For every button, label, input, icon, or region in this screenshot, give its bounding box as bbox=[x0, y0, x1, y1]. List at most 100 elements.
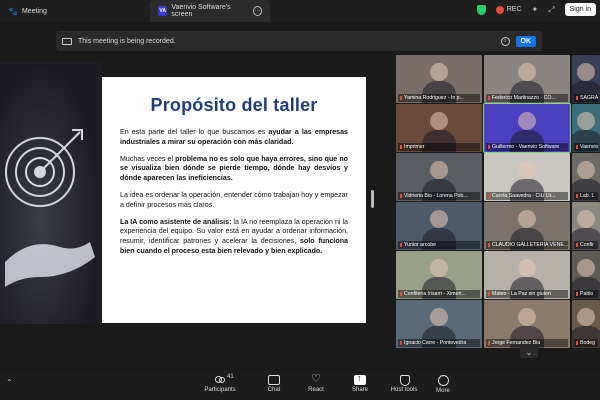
paw-icon: 🐾 bbox=[8, 6, 18, 16]
slide-text: Muchas veces el bbox=[120, 154, 176, 163]
participant-tile[interactable]: Confir bbox=[572, 202, 600, 250]
participant-name: Lab. L bbox=[574, 192, 598, 200]
participant-video bbox=[430, 210, 448, 228]
recording-banner: This meeting is being recorded. i OK bbox=[56, 31, 542, 51]
participant-name: Pablo bbox=[574, 290, 598, 298]
sparkle-icon[interactable]: ✦ bbox=[531, 5, 538, 14]
participant-name: Mateo - La Paz sin gluten bbox=[486, 290, 568, 298]
split-view-drag-handle[interactable] bbox=[371, 190, 374, 208]
rec-label: REC bbox=[506, 6, 522, 13]
participant-video bbox=[430, 308, 448, 326]
tab-meeting-label: Meeting bbox=[21, 7, 47, 15]
participant-tile[interactable]: Federico Martinazzo - CO... bbox=[484, 55, 570, 103]
meeting-toolbar: ⌃ 41 Participants Chat React Share Host … bbox=[0, 370, 600, 400]
participant-tile[interactable]: Mateo - La Paz sin gluten bbox=[484, 251, 570, 299]
participant-tile[interactable]: Ignacio Carre - Pontevedra bbox=[396, 300, 482, 348]
participant-name: Imprimer bbox=[398, 143, 480, 151]
share-screen-icon bbox=[354, 373, 366, 385]
participant-tile[interactable]: Vaenvio S bbox=[572, 104, 600, 152]
security-shield-icon[interactable] bbox=[476, 4, 486, 15]
participant-name: SAGRA bbox=[574, 94, 598, 102]
participant-video bbox=[518, 63, 536, 81]
window-topbar: 🐾 Meeting VA Vaenvio Software's screen ·… bbox=[0, 0, 600, 22]
gallery-scroll-down-button[interactable]: ⌄ bbox=[520, 346, 538, 358]
participant-tile[interactable]: Guillermo - Vaenvio Software bbox=[483, 103, 571, 153]
participant-video bbox=[430, 112, 448, 130]
participant-name: Carola Saavedra - CIU Ur... bbox=[486, 192, 568, 200]
slide-paragraph: En esta parte del taller lo que buscamos… bbox=[120, 128, 348, 148]
react-label: React bbox=[308, 387, 324, 393]
share-avatar-icon: VA bbox=[158, 6, 168, 16]
tab-meeting[interactable]: 🐾 Meeting bbox=[0, 0, 150, 22]
participant-video bbox=[518, 210, 536, 228]
participants-button[interactable]: 41 Participants bbox=[198, 374, 242, 393]
ok-button[interactable]: OK bbox=[515, 35, 536, 47]
participant-name: Confiteria Irisarri - Ximen... bbox=[398, 290, 480, 298]
participant-gallery: Yamina Rodriguez - In p... Federico Marti… bbox=[396, 55, 600, 348]
recording-banner-text: This meeting is being recorded. bbox=[78, 37, 176, 45]
slide-target-hand-image bbox=[0, 62, 102, 324]
info-icon[interactable]: i bbox=[500, 36, 510, 46]
participant-tile[interactable]: Confiteria Irisarri - Ximen... bbox=[396, 251, 482, 299]
participant-video bbox=[577, 210, 595, 228]
slide-title: Propósito del taller bbox=[150, 95, 318, 115]
audio-chevron-icon[interactable]: ⌃ bbox=[6, 378, 13, 387]
participant-name: CLAUDIO GALLETERIA VENE... bbox=[486, 241, 568, 249]
participant-name: Guillermo - Vaenvio Software bbox=[486, 143, 568, 151]
chat-icon bbox=[268, 375, 280, 385]
slide-paragraph: La IA como asistente de análisis: la IA … bbox=[120, 218, 348, 257]
react-button[interactable]: React bbox=[294, 372, 338, 393]
chat-button[interactable]: Chat bbox=[252, 375, 296, 393]
tab-more-icon[interactable]: ··· bbox=[252, 6, 263, 16]
participant-tile[interactable]: Vidrieria Bia - Lorena Pob... bbox=[396, 153, 482, 201]
participant-name: Bodeg bbox=[574, 339, 598, 347]
more-button[interactable]: More bbox=[421, 373, 465, 394]
fullscreen-icon[interactable]: ⤢ bbox=[548, 5, 554, 15]
participant-tile[interactable]: SAGRA bbox=[572, 55, 600, 103]
participant-video bbox=[518, 308, 536, 326]
host-tools-button[interactable]: Host tools bbox=[382, 375, 426, 393]
cloud-record-icon bbox=[495, 5, 504, 14]
host-tools-shield-icon bbox=[398, 375, 410, 386]
participant-video bbox=[430, 259, 448, 277]
participant-tile[interactable]: Yamina Rodriguez - In p... bbox=[396, 55, 482, 103]
sign-in-button[interactable]: Sign in bbox=[564, 3, 596, 16]
participant-tile[interactable]: Yunior arcobe bbox=[396, 202, 482, 250]
participant-tile[interactable]: Bodeg bbox=[572, 300, 600, 348]
tab-shared-screen[interactable]: VA Vaenvio Software's screen ··· bbox=[150, 0, 270, 22]
camera-record-icon bbox=[62, 37, 72, 45]
participant-name: Confir bbox=[574, 241, 598, 249]
slide-text: En esta parte del taller lo que buscamos… bbox=[120, 128, 269, 136]
more-icon bbox=[437, 373, 449, 386]
participant-video bbox=[518, 161, 536, 179]
participant-name: Vidrieria Bia - Lorena Pob... bbox=[398, 192, 480, 200]
participants-count: 41 bbox=[227, 374, 234, 380]
participants-label: Participants bbox=[204, 387, 236, 393]
participant-name: Ignacio Carre - Pontevedra bbox=[398, 339, 480, 347]
topbar-controls: REC ✦ ⤢ Sign in bbox=[476, 3, 596, 16]
participant-name: Yunior arcobe bbox=[398, 241, 480, 249]
participant-tile[interactable]: Imprimer bbox=[396, 104, 482, 152]
participant-name: Vaenvio S bbox=[574, 143, 598, 151]
recording-indicator[interactable]: REC bbox=[495, 5, 522, 14]
heart-icon bbox=[310, 372, 322, 385]
participant-name: Federico Martinazzo - CO... bbox=[486, 94, 568, 102]
participant-video bbox=[518, 259, 536, 277]
share-button[interactable]: Share bbox=[338, 373, 382, 393]
participants-icon: 41 bbox=[214, 374, 234, 385]
participant-tile[interactable]: Jorge Fernandez Bia bbox=[484, 300, 570, 348]
slide-paragraph: La idea es ordenar la operación, entende… bbox=[120, 191, 348, 211]
shared-slide: Propósito del taller En esta parte del t… bbox=[102, 77, 366, 323]
participant-tile[interactable]: CLAUDIO GALLETERIA VENE... bbox=[484, 202, 570, 250]
participant-video bbox=[577, 259, 595, 277]
participant-video bbox=[577, 112, 595, 130]
participant-video bbox=[518, 112, 536, 130]
participant-video bbox=[430, 63, 448, 81]
participant-tile[interactable]: Lab. L bbox=[572, 153, 600, 201]
participant-tile[interactable]: Carola Saavedra - CIU Ur... bbox=[484, 153, 570, 201]
participant-video bbox=[430, 161, 448, 179]
slide-text: La idea es ordenar la operación, entende… bbox=[120, 190, 348, 209]
participant-tile[interactable]: Pablo bbox=[572, 251, 600, 299]
slide-body: En esta parte del taller lo que buscamos… bbox=[120, 128, 348, 257]
more-label: More bbox=[436, 388, 450, 394]
